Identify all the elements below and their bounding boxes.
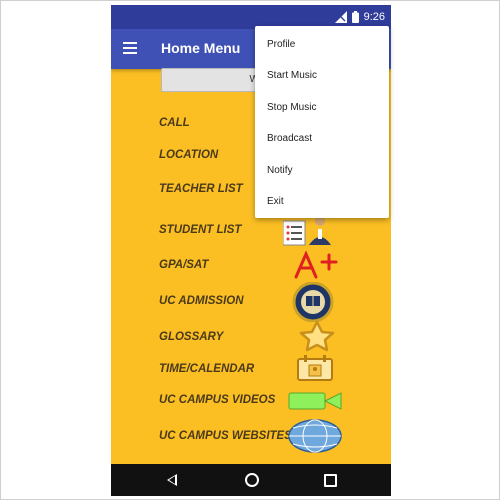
globe-icon[interactable]: [287, 418, 343, 454]
overflow-item-stop-music[interactable]: Stop Music: [267, 102, 316, 113]
menu-item-student-list[interactable]: STUDENT LIST: [159, 224, 241, 236]
back-icon-inner: [169, 476, 175, 484]
overflow-item-notify[interactable]: Notify: [267, 165, 293, 176]
a-plus-icon[interactable]: [293, 251, 343, 279]
menu-item-teacher-list[interactable]: TEACHER LIST: [159, 183, 243, 195]
menu-item-call[interactable]: CALL: [159, 117, 190, 129]
student-list-icon[interactable]: [283, 217, 347, 247]
menu-item-time-calendar[interactable]: TIME/CALENDAR: [159, 363, 254, 375]
signal-icon: [334, 11, 347, 23]
recent-apps-icon[interactable]: [324, 474, 337, 487]
status-icons: 9:26: [334, 9, 385, 25]
overflow-item-profile[interactable]: Profile: [267, 39, 295, 50]
menu-item-gpa-sat[interactable]: GPA/SAT: [159, 259, 208, 271]
overflow-item-exit[interactable]: Exit: [267, 196, 284, 207]
menu-item-glossary[interactable]: GLOSSARY: [159, 331, 223, 343]
calendar-icon[interactable]: [295, 354, 335, 382]
hamburger-menu-icon[interactable]: [123, 42, 137, 54]
video-camera-icon[interactable]: [287, 390, 343, 412]
status-time: 9:26: [363, 11, 385, 23]
home-icon[interactable]: [245, 473, 259, 487]
page-title: Home Menu: [161, 40, 241, 56]
overflow-item-start-music[interactable]: Start Music: [267, 70, 317, 81]
menu-item-location[interactable]: LOCATION: [159, 149, 218, 161]
menu-item-uc-admission[interactable]: UC ADMISSION: [159, 295, 244, 307]
menu-item-uc-campus-websites[interactable]: UC CAMPUS WEBSITES: [159, 430, 292, 442]
star-icon[interactable]: [295, 320, 339, 352]
system-nav-bar: [111, 464, 391, 496]
battery-icon: [351, 11, 359, 23]
overflow-menu: Profile Start Music Stop Music Broadcast…: [255, 26, 389, 218]
menu-item-uc-campus-videos[interactable]: UC CAMPUS VIDEOS: [159, 394, 275, 406]
uc-seal-icon[interactable]: [285, 282, 341, 322]
overflow-item-broadcast[interactable]: Broadcast: [267, 133, 312, 144]
